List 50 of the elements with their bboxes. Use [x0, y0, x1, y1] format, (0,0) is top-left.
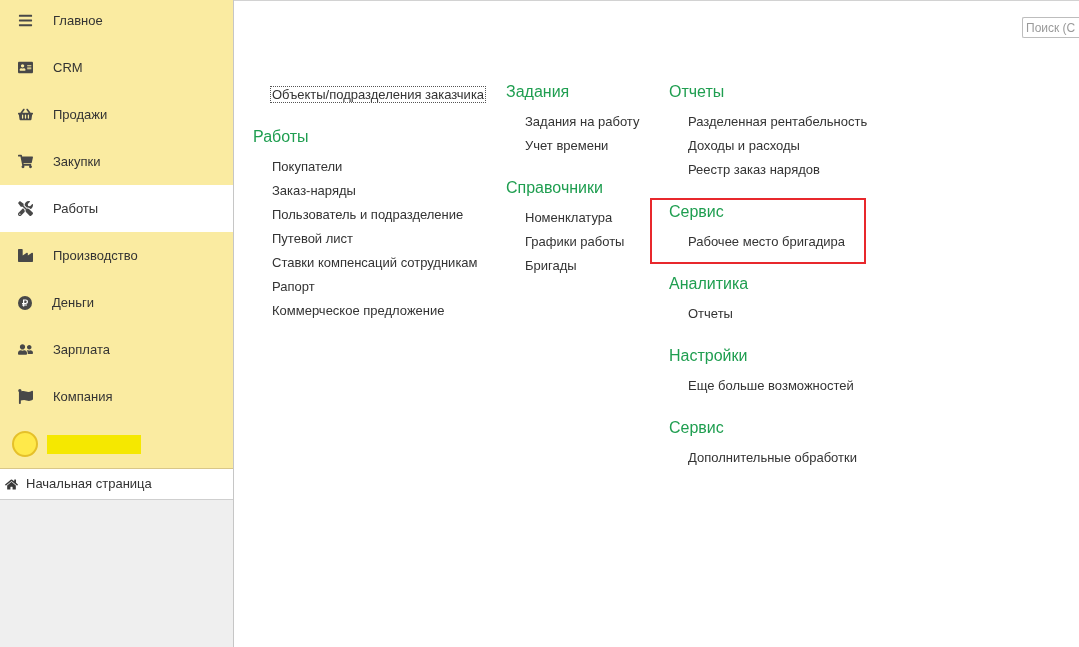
home-link[interactable]: Начальная страница — [0, 469, 233, 500]
section-heading: Настройки — [669, 346, 749, 366]
section-link[interactable]: Заказ-наряды — [270, 181, 358, 199]
section-heading: Работы — [253, 127, 310, 147]
basket-icon — [18, 107, 33, 122]
sidebar-item[interactable]: Закупки — [0, 138, 233, 185]
menu-icon — [18, 13, 33, 28]
factory-icon — [18, 248, 33, 263]
section-link[interactable]: Объекты/подразделения заказчика — [270, 85, 487, 103]
sidebar-item[interactable]: Компания — [0, 373, 233, 420]
section-link[interactable]: Путевой лист — [270, 229, 356, 247]
circle-avatar-icon — [12, 431, 38, 457]
sidebar-item[interactable]: Работы — [0, 185, 233, 232]
flag-icon — [18, 389, 33, 404]
section-link[interactable]: Еще больше возможностей — [686, 376, 856, 394]
section-link[interactable]: Коммерческое предложение — [270, 301, 447, 319]
section-heading: Отчеты — [669, 82, 726, 102]
sidebar-item[interactable]: Деньги — [0, 279, 233, 326]
home-icon — [5, 477, 18, 491]
id-card-icon — [18, 60, 33, 75]
users-icon — [18, 342, 33, 357]
section-link[interactable]: Графики работы — [523, 232, 627, 250]
section-link[interactable]: Покупатели — [270, 157, 345, 175]
section-heading: Задания — [506, 82, 571, 102]
cart-icon — [18, 154, 33, 169]
section-link[interactable]: Номенклатура — [523, 208, 615, 226]
section-link[interactable]: Рабочее место бригадира — [686, 232, 847, 250]
section-heading: Сервис — [669, 202, 725, 222]
section-heading: Справочники — [506, 178, 604, 198]
section-heading: Аналитика — [669, 274, 749, 294]
section-link[interactable]: Рапорт — [270, 277, 317, 295]
section-link[interactable]: Учет времени — [523, 136, 611, 154]
ruble-coin-icon — [18, 295, 32, 310]
section-link[interactable]: Разделенная рентабельность — [686, 112, 870, 130]
search-field[interactable]: Поиск (C — [1022, 17, 1079, 38]
section-link[interactable]: Отчеты — [686, 304, 735, 322]
sidebar-item[interactable]: Зарплата — [0, 326, 233, 373]
section-link[interactable]: Пользователь и подразделение — [270, 205, 466, 223]
section-link[interactable]: Дополнительные обработки — [686, 448, 859, 466]
sidebar-item[interactable]: CRM — [0, 44, 233, 91]
section-heading: Сервис — [669, 418, 725, 438]
section-link[interactable]: Ставки компенсаций сотрудникам — [270, 253, 480, 271]
section-link[interactable]: Задания на работу — [523, 112, 642, 130]
sidebar-item[interactable]: Главное — [0, 0, 233, 44]
tools-icon — [18, 201, 33, 216]
section-link[interactable]: Реестр заказ нарядов — [686, 160, 822, 178]
sidebar-item[interactable]: Продажи — [0, 91, 233, 138]
section-link[interactable]: Бригады — [523, 256, 579, 274]
sidebar-item[interactable]: Производство — [0, 232, 233, 279]
section-link[interactable]: Доходы и расходы — [686, 136, 802, 154]
